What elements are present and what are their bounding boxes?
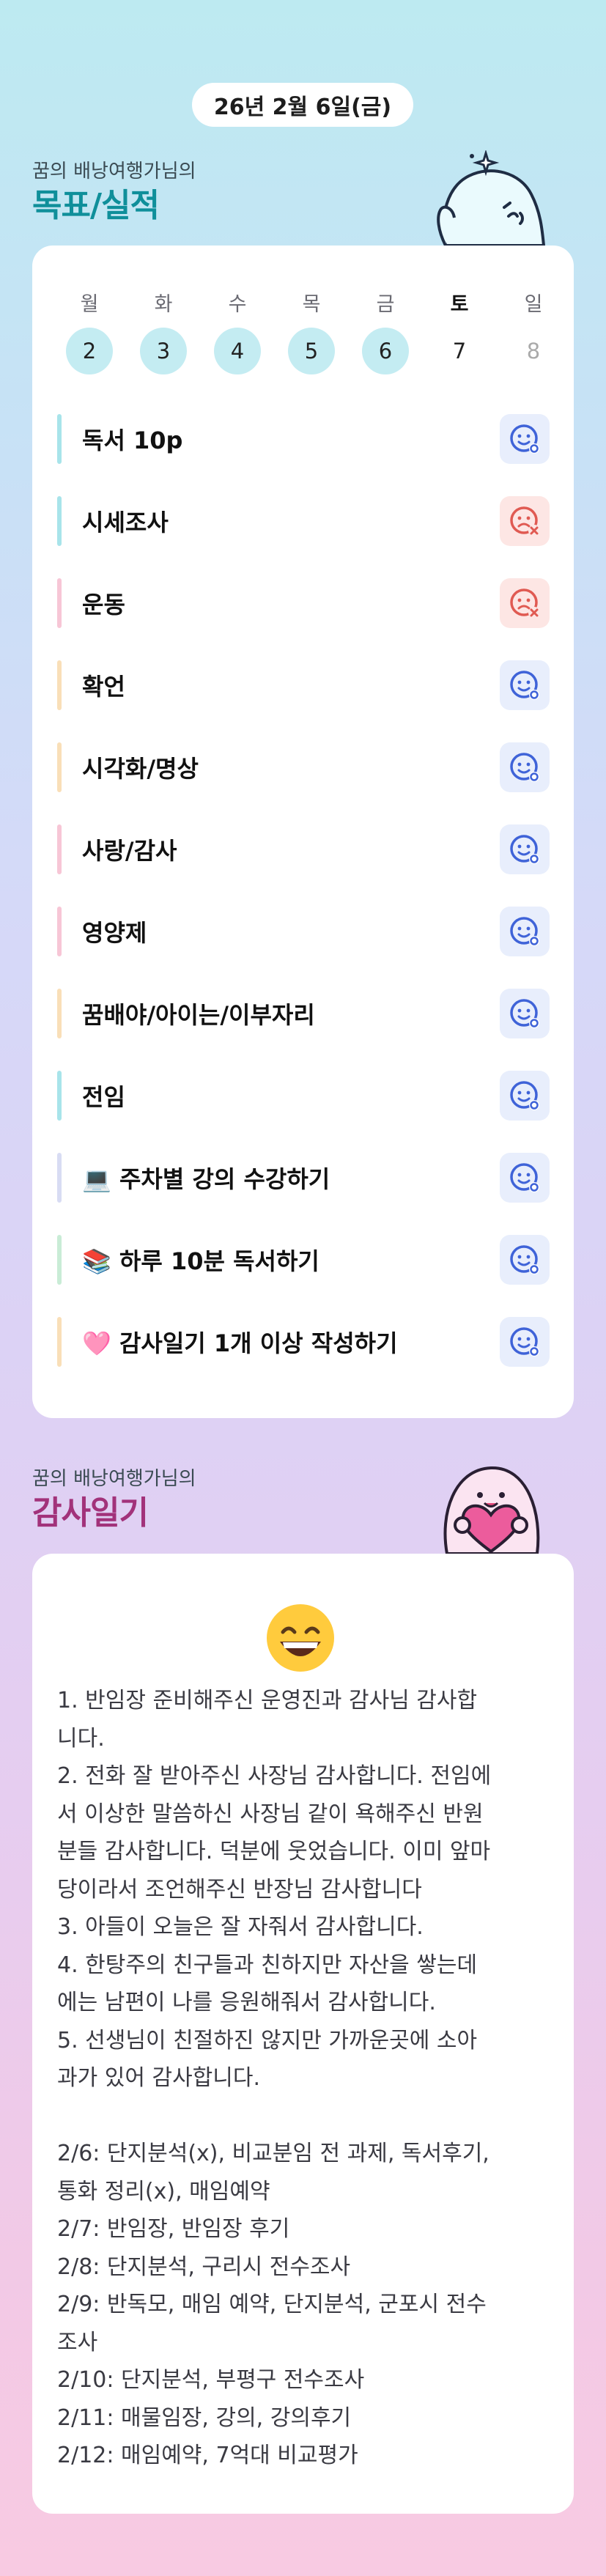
heart-ghost-mascot-icon (443, 1466, 540, 1555)
goal-row[interactable]: 확언 (57, 657, 550, 713)
smile-success-icon[interactable] (500, 1235, 550, 1285)
goal-color-bar (57, 907, 62, 956)
smile-success-icon[interactable] (500, 1071, 550, 1121)
goal-color-bar (57, 1235, 62, 1285)
smile-success-icon[interactable] (500, 907, 550, 956)
goal-color-bar (57, 578, 62, 628)
goal-color-bar (57, 660, 62, 710)
goal-row[interactable]: 사랑/감사 (57, 822, 550, 877)
goal-label: 확언 (82, 673, 125, 701)
goal-row[interactable]: 시세조사 (57, 493, 550, 549)
smile-success-icon[interactable] (500, 742, 550, 792)
goal-color-bar (57, 1071, 62, 1121)
goal-color-bar (57, 1153, 62, 1203)
smile-success-icon[interactable] (500, 989, 550, 1038)
goal-label: 독서 10p (82, 427, 183, 454)
gratitude-title: 감사일기 (32, 1494, 149, 1532)
frown-fail-icon[interactable] (500, 578, 550, 628)
day-label: 수 (228, 293, 247, 316)
smile-success-icon[interactable] (500, 414, 550, 464)
day-label: 목 (302, 293, 321, 316)
smile-success-icon[interactable] (500, 660, 550, 710)
goal-row[interactable]: 🩷 감사일기 1개 이상 작성하기 (57, 1314, 550, 1370)
gratitude-text: 1. 반임장 준비해주신 운영진과 감사님 감사합 니다. 2. 전화 잘 받아… (57, 1688, 492, 2468)
date-label: 26년 2월 6일(금) (213, 95, 392, 120)
goal-label: 꿈배야/아이는/이부자리 (82, 1001, 315, 1029)
day-label: 금 (376, 293, 395, 316)
day-number: 6 (362, 328, 409, 374)
goal-label: 💻 주차별 강의 수강하기 (82, 1165, 330, 1193)
goal-label: 시세조사 (82, 509, 169, 536)
grinning-face-icon (267, 1604, 334, 1672)
goal-label: 사랑/감사 (82, 837, 177, 865)
day-number: 3 (140, 328, 187, 374)
goal-label: 시각화/명상 (82, 755, 199, 783)
day-number: 8 (526, 339, 541, 363)
goal-color-bar (57, 414, 62, 464)
goals-card: 월 2 화 3 수 4 목 5 금 6 토 7 일 8 독서 10p 시세조사운동… (32, 246, 574, 1418)
goal-label: 운동 (82, 591, 125, 619)
day-number: 2 (66, 328, 113, 374)
day-number: 5 (288, 328, 335, 374)
goal-color-bar (57, 824, 62, 874)
date-pill[interactable]: 26년 2월 6일(금) (192, 83, 413, 127)
goal-row[interactable]: 시각화/명상 (57, 739, 550, 795)
smile-success-icon[interactable] (500, 1153, 550, 1203)
goal-row[interactable]: 💻 주차별 강의 수강하기 (57, 1150, 550, 1206)
day-label: 화 (154, 293, 173, 316)
goal-row[interactable]: 📚 하루 10분 독서하기 (57, 1232, 550, 1288)
goal-row[interactable]: 꿈배야/아이는/이부자리 (57, 986, 550, 1041)
goal-row[interactable]: 전임 (57, 1068, 550, 1123)
goal-row[interactable]: 영양제 (57, 904, 550, 959)
goal-label: 📚 하루 10분 독서하기 (82, 1247, 319, 1275)
goal-row[interactable]: 독서 10p (57, 411, 550, 467)
smile-success-icon[interactable] (500, 1317, 550, 1367)
goal-color-bar (57, 989, 62, 1038)
day-label: 토 (450, 293, 469, 316)
day-number: 4 (214, 328, 261, 374)
goal-label: 영양제 (82, 919, 147, 947)
goal-row[interactable]: 운동 (57, 575, 550, 631)
goal-label: 🩷 감사일기 1개 이상 작성하기 (82, 1329, 398, 1357)
gratitude-card: 1. 반임장 준비해주신 운영진과 감사님 감사합 니다. 2. 전화 잘 받아… (32, 1554, 574, 2514)
ghost-mascot-icon (437, 150, 546, 247)
day-label: 일 (524, 293, 543, 316)
smile-success-icon[interactable] (500, 824, 550, 874)
day-number: 7 (452, 339, 467, 363)
frown-fail-icon[interactable] (500, 496, 550, 546)
goal-color-bar (57, 496, 62, 546)
goal-color-bar (57, 1317, 62, 1367)
goal-color-bar (57, 742, 62, 792)
goal-label: 전임 (82, 1083, 125, 1111)
week-strip: 월 2 화 3 수 4 목 5 금 6 토 7 일 8 (32, 246, 574, 374)
goals-title: 목표/실적 (32, 187, 160, 224)
day-label: 월 (80, 293, 99, 316)
